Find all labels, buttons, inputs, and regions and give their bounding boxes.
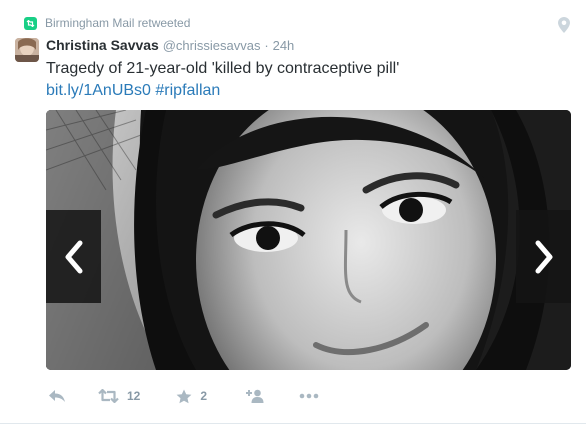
author-handle[interactable]: @chrissiesavvas bbox=[163, 38, 261, 53]
star-icon bbox=[176, 389, 192, 403]
tweet-text: Tragedy of 21-year-old 'killed by contra… bbox=[46, 58, 566, 102]
tweet-header: Christina Savvas @chrissiesavvas · 24h bbox=[46, 36, 294, 55]
retweet-icon bbox=[98, 389, 119, 403]
tweet-timestamp[interactable]: 24h bbox=[273, 38, 295, 53]
retweet-banner-text[interactable]: Birmingham Mail retweeted bbox=[45, 16, 190, 30]
tweet-card[interactable]: Birmingham Mail retweeted Christina Savv… bbox=[0, 0, 586, 424]
photo-image bbox=[46, 110, 571, 370]
chevron-left-icon bbox=[65, 240, 82, 273]
follow-button[interactable] bbox=[245, 389, 265, 403]
favorite-count: 2 bbox=[200, 389, 208, 403]
chevron-right-icon bbox=[535, 240, 552, 273]
reply-button[interactable] bbox=[48, 389, 66, 403]
more-button[interactable] bbox=[299, 393, 319, 399]
more-icon bbox=[299, 393, 319, 399]
tweet-actions: 12 2 bbox=[46, 386, 319, 406]
avatar[interactable] bbox=[15, 38, 39, 62]
media-photo[interactable] bbox=[46, 110, 571, 370]
favorite-button[interactable]: 2 bbox=[176, 389, 207, 404]
separator-dot: · bbox=[264, 38, 269, 53]
author-name[interactable]: Christina Savvas bbox=[46, 37, 159, 53]
retweet-button[interactable]: 12 bbox=[98, 389, 140, 403]
retweet-count: 12 bbox=[127, 389, 141, 403]
tweet-link[interactable]: bit.ly/1AnUBs0 bbox=[46, 82, 151, 99]
location-pin-icon[interactable] bbox=[558, 17, 570, 33]
retweet-small-icon bbox=[24, 16, 37, 30]
follow-icon bbox=[246, 389, 264, 403]
retweet-banner[interactable]: Birmingham Mail retweeted bbox=[24, 14, 190, 32]
reply-icon bbox=[49, 390, 65, 402]
tweet-body: Tragedy of 21-year-old 'killed by contra… bbox=[46, 60, 400, 77]
media-prev-button[interactable] bbox=[46, 210, 101, 303]
media-next-button[interactable] bbox=[516, 210, 571, 303]
tweet-hashtag[interactable]: #ripfallan bbox=[155, 82, 220, 99]
